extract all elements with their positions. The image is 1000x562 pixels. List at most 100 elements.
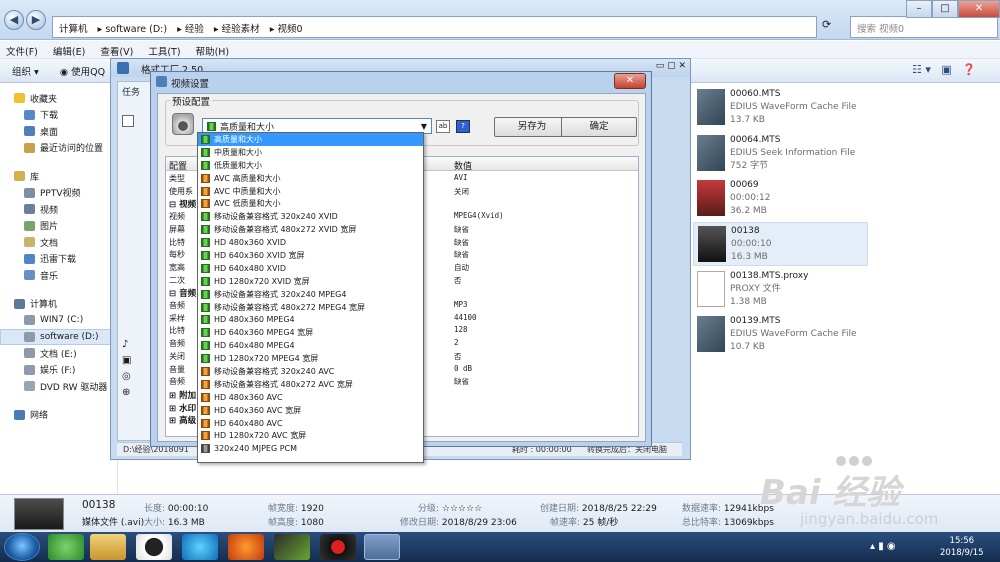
qq-icon[interactable] (136, 534, 172, 560)
preset-option[interactable]: AVC 低质量和大小 (198, 197, 423, 210)
search-input[interactable]: 搜索 视频0 (850, 16, 998, 38)
system-clock[interactable]: 15:56 2018/9/15 (940, 535, 984, 559)
preset-option[interactable]: HD 1280x720 XVID 宽屏 (198, 275, 423, 288)
save-as-button[interactable]: 另存为 (494, 117, 570, 137)
use-qq-button[interactable]: ◉ 使用QQ (60, 67, 105, 78)
grid-row-value: 44100 (454, 312, 477, 322)
preset-option[interactable]: AVC 高质量和大小 (198, 172, 423, 185)
grid-row-value: 缺省 (454, 224, 469, 234)
close-button[interactable]: ✕ (958, 0, 1000, 18)
file-item[interactable]: 00138.MTS.proxy PROXY 文件 1.38 MB (693, 268, 868, 312)
chevron-down-icon[interactable]: ▼ (421, 122, 427, 131)
nav-library[interactable]: 库 (0, 168, 117, 185)
video-folder-icon (24, 204, 35, 215)
breadcrumb-jingyan[interactable]: 经验 (185, 24, 204, 35)
preset-option[interactable]: 中质量和大小 (198, 146, 423, 159)
menu-help[interactable]: 帮助(H) (196, 47, 230, 58)
start-button[interactable] (4, 533, 40, 561)
nav-recent[interactable]: 最近访问的位置 (0, 140, 117, 157)
file-item[interactable]: 00060.MTS EDIUS WaveForm Cache File 13.7 K… (693, 86, 868, 130)
detail-created: 2018/8/25 22:29 (581, 504, 657, 514)
breadcrumb-sucai[interactable]: 经验素材 (222, 24, 260, 35)
preset-option[interactable]: HD 640x480 XVID (198, 262, 423, 275)
back-button[interactable]: ◀ (4, 10, 24, 30)
view-options-icon[interactable]: ☷ ▾ ▣ ❓ (912, 63, 976, 76)
preset-option[interactable]: HD 480x360 MPEG4 (198, 313, 423, 326)
preset-option[interactable]: HD 640x360 XVID 宽屏 (198, 249, 423, 262)
menu-view[interactable]: 查看(V) (100, 47, 133, 58)
app-green-icon[interactable] (48, 534, 84, 560)
preset-option[interactable]: HD 480x360 AVC (198, 391, 423, 404)
preset-option[interactable]: HD 1280x720 AVC 宽屏 (198, 429, 423, 442)
menu-tools[interactable]: 工具(T) (148, 47, 180, 58)
preset-option[interactable]: 移动设备兼容格式 480x272 AVC 宽屏 (198, 378, 423, 391)
nav-network[interactable]: 网络 (0, 407, 117, 424)
edius-file-icon (697, 316, 725, 352)
nav-computer[interactable]: 计算机 (0, 296, 117, 313)
preset-option[interactable]: AVC 中质量和大小 (198, 185, 423, 198)
menu-edit[interactable]: 编辑(E) (53, 47, 85, 58)
breadcrumb-computer[interactable]: 计算机 (59, 24, 88, 35)
preset-option[interactable]: 移动设备兼容格式 480x272 MPEG4 宽屏 (198, 301, 423, 314)
edit-preset-icon[interactable]: ab (436, 120, 450, 133)
task-list-icon[interactable] (122, 115, 134, 127)
nav-thunder[interactable]: 迅雷下载 (0, 251, 117, 268)
video-thumbnail (14, 498, 64, 530)
preset-option[interactable]: HD 480x360 XVID (198, 236, 423, 249)
minimize-button[interactable]: – (906, 0, 932, 18)
preset-option[interactable]: 移动设备兼容格式 320x240 XVID (198, 210, 423, 223)
media-app-icon[interactable] (274, 534, 310, 560)
media-type-icons[interactable]: ♪ ▣ ◎ ⊕ (122, 337, 152, 401)
nav-pptv[interactable]: PPTV视频 (0, 185, 117, 202)
nav-documents[interactable]: 文档 (0, 234, 117, 251)
nav-drive-f[interactable]: 娱乐 (F:) (0, 362, 117, 379)
preset-option[interactable]: HD 640x360 AVC 宽屏 (198, 404, 423, 417)
nav-drive-c[interactable]: WIN7 (C:) (0, 312, 117, 329)
preset-option[interactable]: 移动设备兼容格式 320x240 MPEG4 (198, 288, 423, 301)
preset-option[interactable]: HD 640x360 MPEG4 宽屏 (198, 326, 423, 339)
detail-kind: 媒体文件 (.avi) (82, 518, 145, 528)
nav-downloads[interactable]: 下载 (0, 107, 117, 124)
pptv-icon[interactable] (182, 534, 218, 560)
nav-favorites[interactable]: 收藏夹 (0, 90, 117, 107)
breadcrumb-drive[interactable]: software (D:) (105, 24, 167, 35)
format-factory-task-icon[interactable] (364, 534, 400, 560)
preset-option-label: 中质量和大小 (214, 147, 262, 157)
ff-window-controls[interactable]: ▭ ▢ ✕ (656, 61, 686, 71)
preset-option[interactable]: 移动设备兼容格式 320x240 AVC (198, 365, 423, 378)
forward-button[interactable]: ▶ (26, 10, 46, 30)
nav-drive-d[interactable]: software (D:) (0, 328, 117, 345)
file-item[interactable]: 00139.MTS EDIUS WaveForm Cache File 10.7 K… (693, 313, 868, 357)
nav-pictures[interactable]: 图片 (0, 218, 117, 235)
record-app-icon[interactable] (320, 534, 356, 560)
tray-icons[interactable]: ▴ ▮ ◉ (870, 541, 896, 552)
preset-option[interactable]: HD 1280x720 MPEG4 宽屏 (198, 352, 423, 365)
file-item[interactable]: 00064.MTS EDIUS Seek Information File 752 … (693, 132, 868, 176)
preset-option[interactable]: 高质量和大小 (198, 133, 423, 146)
ok-button[interactable]: 确定 (561, 117, 637, 137)
preset-option[interactable]: HD 640x480 AVC (198, 417, 423, 430)
dialog-close-button[interactable]: ✕ (614, 73, 646, 89)
refresh-icon[interactable]: ⟳ (822, 18, 831, 31)
file-item[interactable]: 00069 00:00:12 36.2 MB (693, 177, 868, 221)
preset-option[interactable]: 320x240 MJPEG PCM (198, 442, 423, 455)
help-icon[interactable]: ? (456, 120, 470, 133)
preset-option[interactable]: 低质量和大小 (198, 159, 423, 172)
preset-option[interactable]: 移动设备兼容格式 480x272 XVID 宽屏 (198, 223, 423, 236)
explorer-icon[interactable] (90, 534, 126, 560)
nav-videos[interactable]: 视频 (0, 201, 117, 218)
preset-option[interactable]: HD 640x480 MPEG4 (198, 339, 423, 352)
firefox-icon[interactable] (228, 534, 264, 560)
maximize-button[interactable]: □ (932, 0, 958, 18)
address-field[interactable]: 计算机 ▸ software (D:) ▸ 经验 ▸ 经验素材 ▸ 视频0 (52, 16, 817, 38)
menu-file[interactable]: 文件(F) (6, 47, 38, 58)
detail-rating[interactable]: ☆☆☆☆☆ (442, 504, 482, 514)
organize-button[interactable]: 组织 ▾ (12, 67, 39, 78)
nav-drive-e[interactable]: 文档 (E:) (0, 345, 117, 362)
nav-desktop[interactable]: 桌面 (0, 123, 117, 140)
breadcrumb-video0[interactable]: 视频0 (277, 24, 302, 35)
nav-dvd-drive[interactable]: DVD RW 驱动器 ( (0, 378, 117, 395)
preset-dropdown-list[interactable]: 高质量和大小 中质量和大小低质量和大小 AVC 高质量和大小 AVC 中质量和大小 AV… (197, 132, 424, 463)
file-item-selected[interactable]: 00138 00:00:10 16.3 MB (693, 222, 868, 266)
nav-music[interactable]: 音乐 (0, 267, 117, 284)
